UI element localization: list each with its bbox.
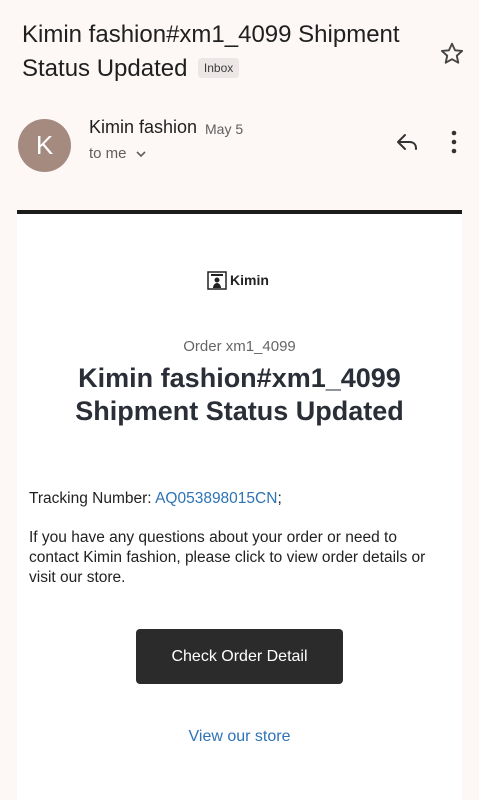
store-logo-icon <box>207 271 227 290</box>
logo-text: Kimin <box>230 272 269 288</box>
inbox-label-badge[interactable]: Inbox <box>197 58 240 78</box>
star-icon[interactable] <box>438 40 466 68</box>
tracking-suffix: ; <box>277 490 282 507</box>
help-paragraph: If you have any questions about your ord… <box>29 529 426 586</box>
chevron-down-icon <box>135 150 146 157</box>
email-headline: Kimin fashion#xm1_4099 Shipment Status U… <box>75 363 404 426</box>
recipient-details-toggle[interactable]: to me <box>89 145 147 162</box>
check-order-detail-button[interactable]: Check Order Detail <box>136 629 343 684</box>
tracking-line: Tracking Number: AQ053898015CN; <box>29 490 282 508</box>
recipient-label: to me <box>89 145 127 162</box>
email-body: Kimin Order xm1_4099 Kimin fashion#xm1_4… <box>17 214 462 800</box>
reply-icon[interactable] <box>394 128 422 156</box>
more-vertical-icon[interactable] <box>444 128 464 156</box>
brand-logo: Kimin <box>207 270 269 290</box>
sent-date: May 5 <box>205 121 244 137</box>
sender-name: Kimin fashion <box>89 117 198 137</box>
email-view: Kimin fashion#xm1_4099 Shipment Status U… <box>0 0 479 800</box>
sender-avatar[interactable]: K <box>18 119 71 172</box>
view-store-link[interactable]: View our store <box>17 728 462 746</box>
subject-header: Kimin fashion#xm1_4099 Shipment Status U… <box>22 18 422 86</box>
tracking-label: Tracking Number: <box>29 490 156 507</box>
tracking-number-link[interactable]: AQ053898015CN <box>155 490 277 507</box>
order-number-label: Order xm1_4099 <box>183 338 296 355</box>
